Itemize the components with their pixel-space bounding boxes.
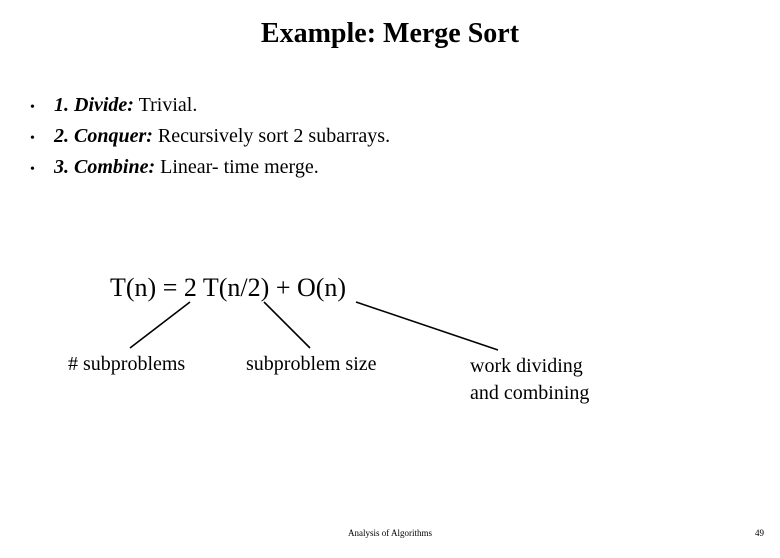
bullet-text: 3. Combine: Linear- time merge. <box>54 152 319 183</box>
footer-text: Analysis of Algorithms <box>0 528 780 538</box>
bullet-marker: • <box>30 97 54 119</box>
page-number: 49 <box>755 528 764 538</box>
slide-title: Example: Merge Sort <box>0 18 780 50</box>
bullet-label: 1. Divide: <box>54 94 134 116</box>
bullet-item: • 3. Combine: Linear- time merge. <box>30 152 780 183</box>
label-subproblem-size: subproblem size <box>246 353 377 376</box>
bullet-item: • 2. Conquer: Recursively sort 2 subarra… <box>30 121 780 152</box>
bullet-rest: Trivial. <box>134 94 197 116</box>
bullet-label: 3. Combine: <box>54 156 155 178</box>
bullet-rest: Recursively sort 2 subarrays. <box>153 125 390 147</box>
bullet-marker: • <box>30 128 54 150</box>
bullet-marker: • <box>30 159 54 181</box>
bullet-rest: Linear- time merge. <box>155 156 319 178</box>
bullet-text: 1. Divide: Trivial. <box>54 90 197 121</box>
label-work-line1: work dividing <box>470 355 583 377</box>
bullet-text: 2. Conquer: Recursively sort 2 subarrays… <box>54 121 390 152</box>
bullet-label: 2. Conquer: <box>54 125 153 147</box>
label-subproblems: # subproblems <box>68 353 185 376</box>
bullet-list: • 1. Divide: Trivial. • 2. Conquer: Recu… <box>30 90 780 183</box>
label-work: work dividing and combining <box>470 353 589 407</box>
recurrence-formula: T(n) = 2 T(n/2) + O(n) <box>110 273 346 303</box>
bullet-item: • 1. Divide: Trivial. <box>30 90 780 121</box>
label-work-line2: and combining <box>470 382 589 404</box>
